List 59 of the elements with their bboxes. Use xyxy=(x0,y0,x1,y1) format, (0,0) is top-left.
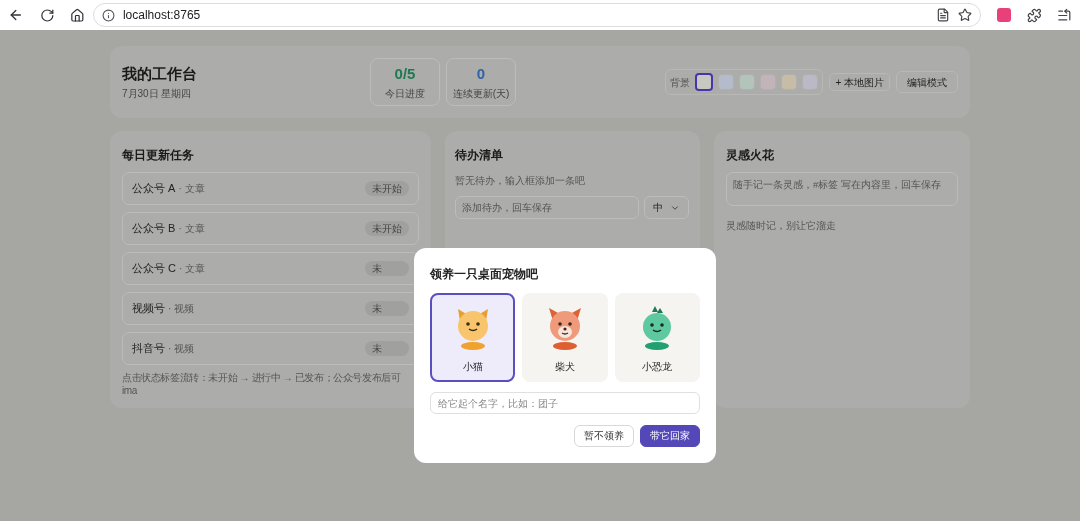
color-swatch[interactable] xyxy=(781,74,798,90)
color-swatch[interactable] xyxy=(695,73,714,91)
pet-option[interactable]: 小恐龙 xyxy=(614,293,700,383)
stat-label: 连续更新(天) xyxy=(452,86,510,101)
task-name: 公众号 A xyxy=(132,181,176,197)
hint-text: ima xyxy=(122,384,139,397)
decline-button[interactable]: 暂不领养 xyxy=(574,425,634,448)
stat-value: 0/5 xyxy=(394,64,416,85)
task-name: 视频号 xyxy=(132,301,165,317)
todo-input[interactable]: 添加待办，回车保存 xyxy=(455,196,639,220)
color-swatch[interactable] xyxy=(802,74,819,90)
task-row[interactable]: 公众号 B · 文章 未开始 xyxy=(122,212,419,245)
local-image-button[interactable]: + 本地图片 xyxy=(829,73,890,91)
task-type: · 文章 xyxy=(178,222,205,236)
dialog-title: 领养一只桌面宠物吧 xyxy=(430,266,539,282)
empty-text: 灵感随时记，别让它溜走 xyxy=(726,219,837,233)
card-title: 每日更新任务 xyxy=(122,147,195,164)
task-type: · 视频 xyxy=(168,302,195,316)
edit-mode-button[interactable]: 编辑模式 xyxy=(896,71,958,93)
priority-select[interactable]: 中 xyxy=(644,196,689,220)
status-tag[interactable]: 未开始 xyxy=(365,181,409,196)
task-row[interactable]: 公众号 A · 文章 未开始 xyxy=(122,172,419,205)
status-tag[interactable]: 未开始 xyxy=(365,221,409,236)
adopt-button[interactable]: 带它回家 xyxy=(640,425,700,448)
card-title: 灵感火花 xyxy=(726,147,775,164)
status-tag[interactable]: 未 xyxy=(365,301,409,316)
stat-value: 0 xyxy=(476,64,486,85)
pet-name: 小猫 xyxy=(462,360,483,375)
color-swatch[interactable] xyxy=(718,74,735,90)
pet-name-input[interactable]: 给它起个名字，比如：团子 xyxy=(430,392,700,415)
pet-option[interactable]: 柴犬 xyxy=(522,293,608,383)
back-icon[interactable] xyxy=(8,7,24,23)
pet-name: 柴犬 xyxy=(555,360,575,375)
date-text: 7月30日 星期四 xyxy=(122,86,193,101)
task-name: 抖音号 xyxy=(132,341,165,357)
task-name: 公众号 B xyxy=(132,221,176,237)
status-tag[interactable]: 未 xyxy=(365,261,409,276)
task-type: · 文章 xyxy=(179,262,206,276)
pet-name: 小恐龙 xyxy=(642,360,673,375)
url-text: localhost:8765 xyxy=(122,7,201,24)
info-icon[interactable] xyxy=(101,8,115,22)
status-tag[interactable]: 未 xyxy=(365,341,409,356)
background-label: 背景 xyxy=(670,75,691,90)
dog-icon xyxy=(546,305,584,352)
stat-label: 今日进度 xyxy=(385,86,425,101)
task-type: · 视频 xyxy=(168,342,195,356)
task-name: 公众号 C xyxy=(132,261,176,277)
reload-icon[interactable] xyxy=(39,7,55,23)
bookmark-star-icon[interactable] xyxy=(958,8,973,22)
pet-option[interactable]: 小猫 xyxy=(430,293,516,383)
task-type: · 文章 xyxy=(178,182,205,196)
card-title: 待办清单 xyxy=(455,147,504,164)
reader-icon[interactable] xyxy=(936,8,951,22)
hint-text: 点击状态标签流转：未开始 → 进行中 → 已发布；公众号发布后可 xyxy=(122,371,402,384)
color-swatch[interactable] xyxy=(739,74,756,90)
page-title: 我的工作台 xyxy=(122,64,198,85)
home-icon[interactable] xyxy=(70,7,85,23)
extension-icon[interactable] xyxy=(1026,7,1042,23)
favorites-icon[interactable] xyxy=(1057,7,1073,23)
